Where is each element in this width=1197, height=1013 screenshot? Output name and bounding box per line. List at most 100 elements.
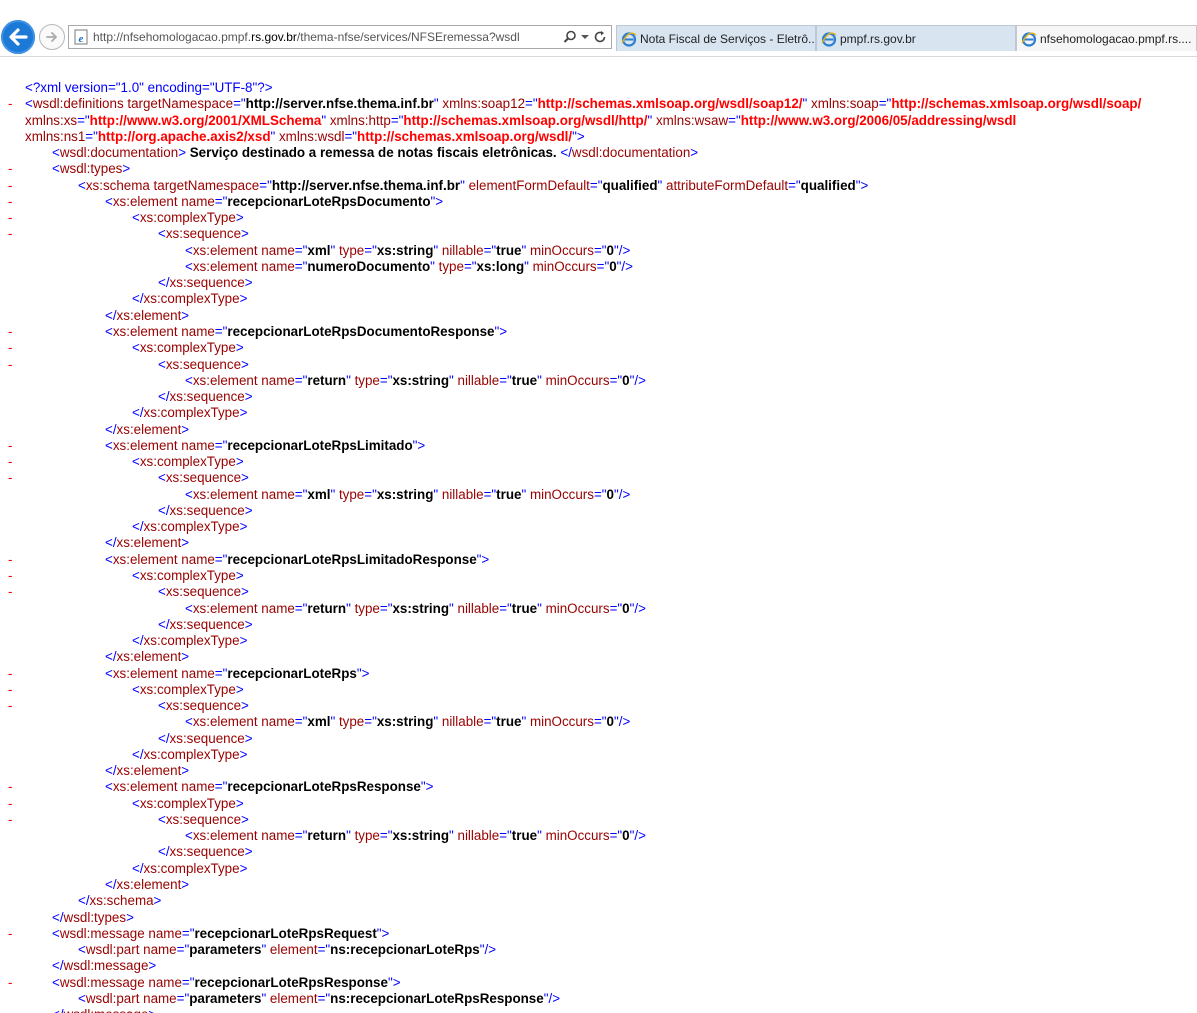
xml-punct: " — [346, 600, 355, 616]
xml-line: <xs:element name="return" type="xs:strin… — [0, 601, 1197, 617]
xml-line-content: <wsdl:documentation> Serviço destinado a… — [52, 145, 698, 161]
back-button[interactable] — [1, 20, 35, 54]
xml-punct: " — [430, 258, 439, 274]
collapse-toggle[interactable]: - — [8, 682, 12, 698]
xml-tag-name: xs:element name — [112, 665, 215, 681]
xml-line: <xs:element name="xml" type="xs:string" … — [0, 714, 1197, 730]
xml-punct: " — [261, 942, 270, 958]
xml-attr-value: xs:long — [476, 258, 525, 274]
collapse-toggle[interactable]: - — [8, 584, 12, 600]
xml-tag-name: xs:complexType — [143, 291, 240, 307]
xml-punct: < — [52, 974, 60, 990]
xml-punct: " — [647, 112, 656, 128]
search-icon[interactable] — [563, 30, 577, 44]
xml-punct: "/> — [629, 828, 646, 844]
collapse-toggle[interactable]: - — [8, 470, 12, 486]
xml-line: - <wsdl:definitions targetNamespace="http… — [0, 96, 1197, 112]
xml-attr-value: true — [511, 828, 538, 844]
xml-declaration: <?xml version="1.0" encoding="UTF-8"?> — [25, 80, 273, 95]
collapse-toggle[interactable]: - — [8, 340, 12, 356]
xml-punct: =" — [176, 942, 190, 958]
xml-punct: =" — [589, 177, 603, 193]
tab-nfsehomologacao[interactable]: nfsehomologacao.pmpf.rs.... — [1016, 25, 1197, 51]
xml-tag-name: xs:complexType — [143, 405, 240, 421]
xml-punct: </ — [52, 909, 64, 925]
xml-line: - <xs:element name="recepcionarLoteRpsLim… — [0, 552, 1197, 568]
xml-line-content: <xs:sequence> — [158, 470, 249, 486]
xml-line-content: <wsdl:part name="parameters" element="ns… — [78, 942, 496, 958]
xml-line-content: <wsdl:message name="recepcionarLoteRpsRe… — [52, 975, 401, 991]
tab-nota-fiscal[interactable]: Nota Fiscal de Serviços - Eletrô... — [616, 25, 816, 51]
xml-punct: =" — [294, 258, 308, 274]
xml-punct: =" — [364, 714, 377, 730]
collapse-toggle[interactable]: - — [8, 666, 12, 682]
xml-line: </xs:element> — [0, 763, 1197, 779]
refresh-icon[interactable] — [593, 30, 607, 44]
xml-punct: > — [235, 681, 244, 697]
collapse-toggle[interactable]: - — [8, 552, 12, 568]
collapse-toggle[interactable]: - — [8, 178, 12, 194]
xml-tag-name: xs:complexType — [139, 340, 236, 356]
xml-tag-name: minOccurs — [529, 714, 594, 730]
collapse-toggle[interactable]: - — [8, 812, 12, 828]
collapse-toggle[interactable]: - — [8, 324, 12, 340]
xml-tag-name: nillable — [441, 242, 484, 258]
collapse-toggle[interactable]: - — [8, 454, 12, 470]
collapse-toggle[interactable]: - — [8, 698, 12, 714]
collapse-toggle[interactable]: - — [8, 796, 12, 812]
xml-punct: < — [185, 828, 193, 844]
xml-punct: < — [105, 665, 113, 681]
xml-punct: </ — [105, 307, 117, 323]
xml-attr-value: recepcionarLoteRpsLimitadoResponse — [227, 551, 477, 567]
collapse-toggle[interactable]: - — [8, 161, 12, 177]
xml-tag-name: wsdl:documentation — [59, 145, 179, 161]
forward-button[interactable] — [39, 24, 65, 50]
collapse-toggle[interactable]: - — [8, 194, 12, 210]
xml-tag-name: minOccurs — [532, 258, 597, 274]
chevron-down-icon[interactable] — [581, 33, 589, 41]
collapse-toggle[interactable]: - — [8, 96, 12, 112]
xml-attr-value: http://www.w3.org/2006/05/addressing/wsd… — [740, 112, 1017, 128]
xml-attr-value: http://server.nfse.thema.inf.br — [271, 177, 461, 193]
xml-line-content: </xs:element> — [105, 877, 189, 893]
xml-tag-name: xs:complexType — [139, 795, 236, 811]
collapse-toggle[interactable]: - — [8, 210, 12, 226]
address-url[interactable]: http://nfsehomologacao.pmpf.rs.gov.br/th… — [93, 30, 563, 44]
xml-punct: </ — [158, 616, 170, 632]
xml-attr-value: 0 — [622, 372, 630, 388]
collapse-toggle[interactable]: - — [8, 926, 12, 942]
xml-line: - <xs:element name="recepcionarLoteRpsDoc… — [0, 194, 1197, 210]
xml-punct: > — [235, 454, 244, 470]
xml-punct: > — [235, 567, 244, 583]
xml-tag-name: xs:sequence — [169, 730, 245, 746]
xml-punct: > — [239, 860, 248, 876]
collapse-toggle[interactable]: - — [8, 975, 12, 991]
address-bar[interactable]: e http://nfsehomologacao.pmpf.rs.gov.br/… — [68, 25, 612, 49]
collapse-toggle[interactable]: - — [8, 779, 12, 795]
xml-tag-name: xs:element — [116, 307, 182, 323]
xml-line-content: <wsdl:definitions targetNamespace="http:… — [25, 96, 1141, 112]
collapse-toggle[interactable]: - — [8, 226, 12, 242]
xml-line: <xs:element name="numeroDocumento" type=… — [0, 259, 1197, 275]
collapse-toggle[interactable]: - — [8, 438, 12, 454]
xml-tag-name: type — [438, 258, 464, 274]
xml-line-content: <xs:complexType> — [132, 682, 244, 698]
xml-punct: > — [181, 535, 190, 551]
xml-line-content: </wsdl:types> — [52, 910, 134, 926]
xml-punct: > — [181, 877, 190, 893]
xml-punct: " — [330, 486, 339, 502]
xml-punct: < — [185, 372, 193, 388]
xml-punct: < — [132, 681, 140, 697]
xml-punct: =" — [294, 714, 308, 730]
xml-punct: < — [132, 454, 140, 470]
xml-line: - <xs:element name="recepcionarLoteRps"> — [0, 666, 1197, 682]
tab-pmpf[interactable]: pmpf.rs.gov.br — [816, 25, 1016, 51]
collapse-toggle[interactable]: - — [8, 568, 12, 584]
xml-line: - <xs:element name="recepcionarLoteRpsDoc… — [0, 324, 1197, 340]
xml-punct: " — [330, 242, 339, 258]
xml-line: <wsdl:documentation> Serviço destinado a… — [0, 145, 1197, 161]
arrow-left-icon — [9, 28, 28, 46]
xml-tag-name: xs:element — [116, 421, 182, 437]
collapse-toggle[interactable]: - — [8, 357, 12, 373]
xml-line: </wsdl:message> — [0, 958, 1197, 974]
